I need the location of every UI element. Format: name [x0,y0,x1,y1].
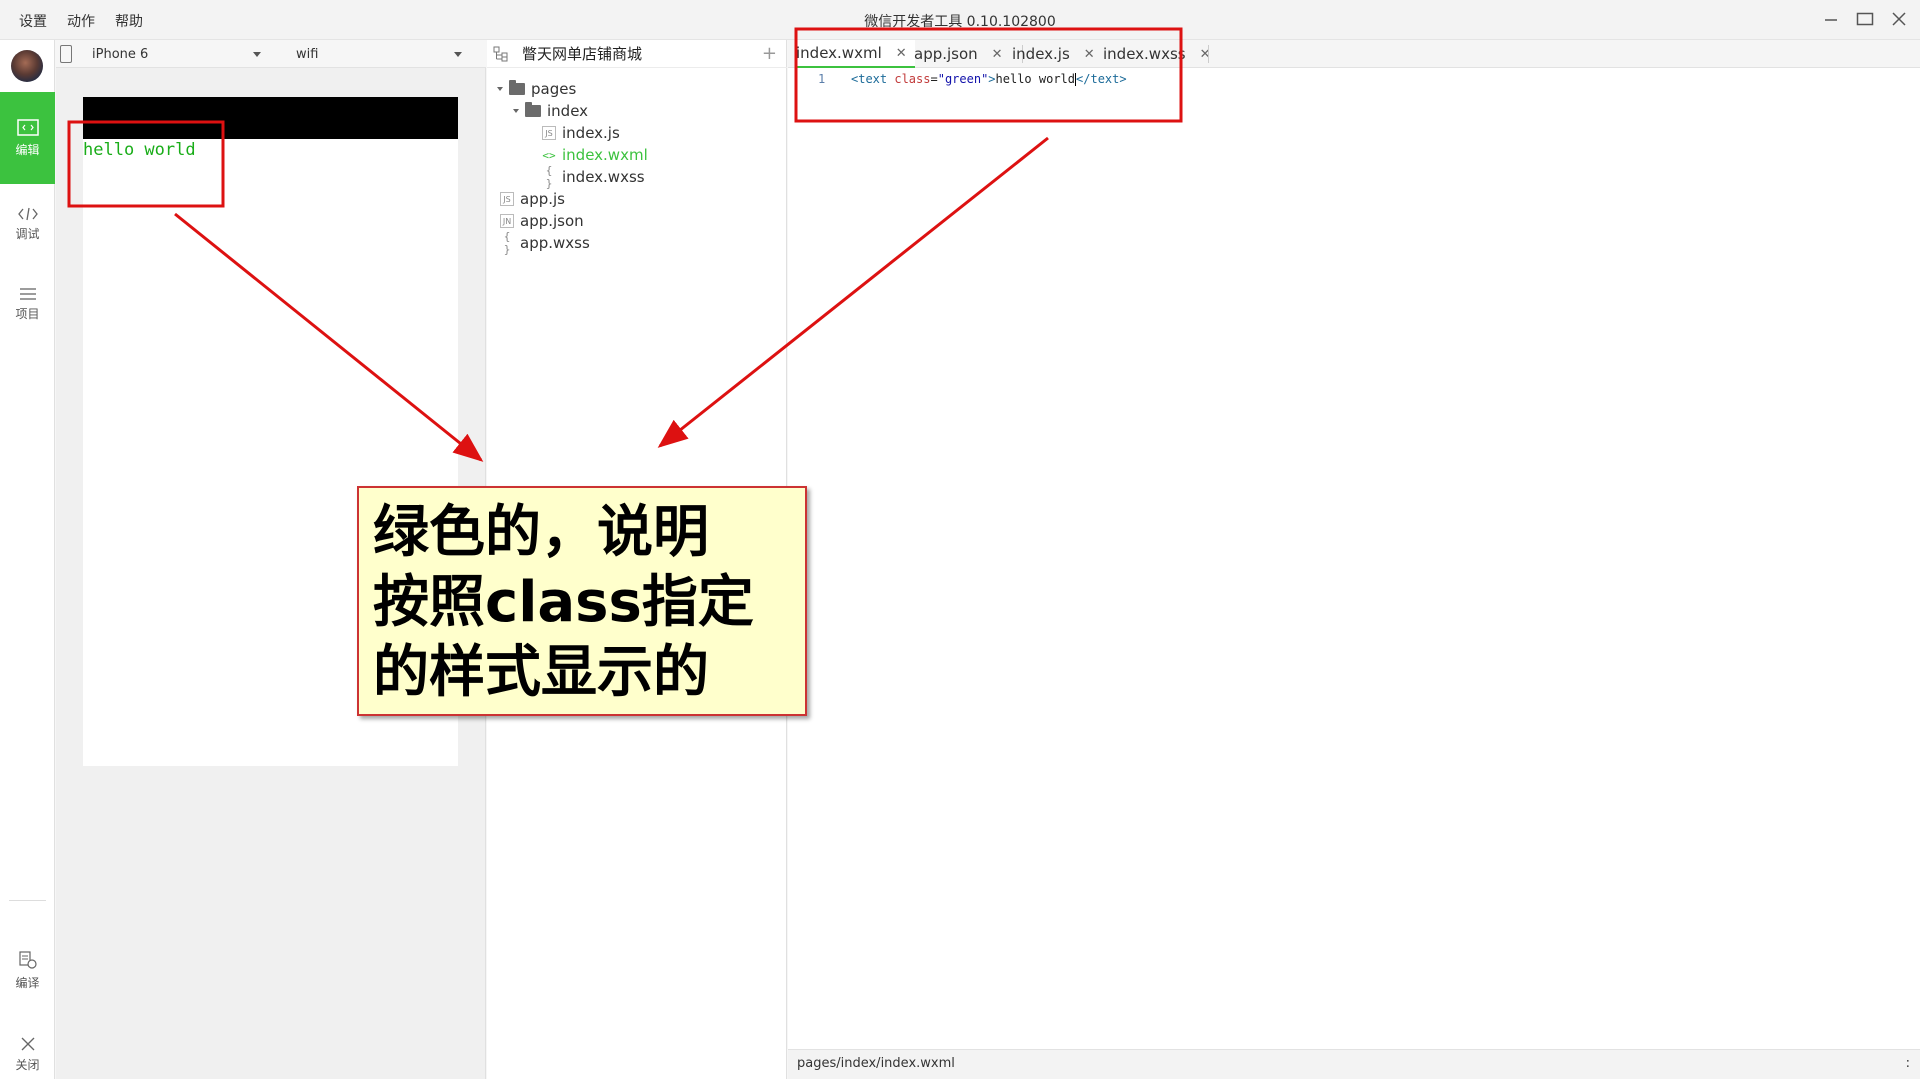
network-select-value: wifi [296,46,319,62]
hello-world-text: hello world [83,140,196,160]
js-file-icon: JS [500,192,514,206]
tab-app-json[interactable]: app.json ✕ [914,40,1003,68]
code-content: hello world [995,72,1076,86]
tree-label: index [547,102,589,120]
tab-label: index.wxml [796,44,882,62]
chevron-down-icon [497,87,503,91]
json-file-icon: JN [500,214,514,228]
tab-label: index.wxss [1103,45,1186,63]
tree-file-app-json[interactable]: JN app.json [500,210,584,232]
window-controls [1820,8,1910,30]
tab-label: app.json [914,45,978,63]
folder-icon [525,102,541,117]
maximize-button[interactable] [1854,8,1876,30]
rail-item-edit[interactable]: 编辑 [0,92,55,184]
status-bar: pages/index/index.wxml : [788,1049,1920,1079]
line-number: 1 [818,72,826,86]
tree-label: index.wxml [562,146,648,164]
project-name: 瞥天网单店铺商城 [522,45,643,63]
add-file-button[interactable]: + [762,43,777,64]
code-text[interactable]: <text class="green">hello world</text> [851,72,1127,86]
file-tree-header: 瞥天网单店铺商城 + [487,40,787,68]
minimize-icon [1825,19,1837,21]
tab-index-js[interactable]: index.js ✕ [1012,40,1095,68]
close-tab-icon[interactable]: ✕ [992,47,1003,62]
code-end-tag: </text> [1076,72,1127,86]
code-line[interactable]: 1 <text class="green">hello world</text> [788,70,1920,88]
code-equals: = [930,72,938,86]
wxml-file-icon: <> [542,148,556,162]
annotation-text: 绿色的，说明 按照class指定 的样式显示的 [373,500,754,705]
rail-label-edit: 编辑 [15,142,40,157]
tree-label: index.js [562,124,620,142]
tab-index-wxml[interactable]: index.wxml ✕ [796,40,915,68]
rail-label-compile: 编译 [15,975,40,990]
rail-item-compile[interactable]: 编译 [0,924,55,1016]
close-icon [1892,12,1906,26]
device-select[interactable]: iPhone 6 [92,43,267,65]
rail-label-debug: 调试 [15,226,40,241]
rail-item-project[interactable]: 项目 [0,258,55,350]
code-attr-value: "green" [937,72,989,86]
device-select-value: iPhone 6 [92,46,149,62]
tree-folder-index[interactable]: index [513,100,588,122]
close-window-button[interactable] [1888,8,1910,30]
tree-file-app-wxss[interactable]: { } app.wxss [500,230,590,256]
minimize-button[interactable] [1820,8,1842,30]
avatar[interactable] [11,50,43,82]
tree-label: app.json [520,212,584,230]
status-right-indicator: : [1905,1056,1910,1071]
chevron-down-icon [253,52,261,57]
code-attr-name: class [894,72,931,86]
tree-file-index-wxml[interactable]: <> index.wxml [542,144,648,166]
status-file-path: pages/index/index.wxml [797,1056,955,1071]
code-icon [16,118,39,136]
tree-label: app.js [520,190,565,208]
tree-label: app.wxss [520,234,590,252]
wxss-file-icon: { } [503,230,511,256]
annotation-callout: 绿色的，说明 按照class指定 的样式显示的 [357,486,807,716]
tree-label: pages [531,80,577,98]
app-title: 微信开发者工具 0.10.102800 [864,14,1056,30]
rail-label-project: 项目 [15,306,40,321]
code-open-tag: <text [851,72,888,86]
compile-icon [18,950,37,969]
phone-navigation-bar [83,97,458,139]
chevron-down-icon [454,52,462,57]
chevron-down-icon [513,109,519,113]
network-select[interactable]: wifi [296,43,468,65]
editor-tab-bar: index.wxml ✕ app.json ✕ index.js ✕ index… [788,40,1920,68]
js-file-icon: JS [542,126,556,140]
tab-index-wxss[interactable]: index.wxss ✕ [1103,40,1211,68]
list-icon [19,287,36,300]
debug-icon [17,207,38,220]
rail-divider [9,900,46,901]
maximize-icon [1856,12,1874,26]
folder-icon [509,80,525,95]
wxss-file-icon: { } [545,164,553,190]
close-icon [21,1037,34,1050]
code-editor: index.wxml ✕ app.json ✕ index.js ✕ index… [788,40,1920,1079]
code-open-close: > [988,72,996,86]
tree-label: index.wxss [562,168,645,186]
tree-folder-pages[interactable]: pages [497,78,576,100]
device-icon [60,45,72,63]
tree-file-index-wxss[interactable]: { } index.wxss [542,164,645,190]
tree-file-index-js[interactable]: JS index.js [542,122,620,144]
rail-item-close[interactable]: 关闭 [0,1008,55,1079]
title-bar: 设置 动作 帮助 微信开发者工具 0.10.102800 [0,0,1920,40]
tab-label: index.js [1012,45,1070,63]
project-tree-icon [493,46,508,62]
tree-file-app-js[interactable]: JS app.js [500,188,565,210]
rail-label-close: 关闭 [15,1057,40,1072]
rail-item-debug[interactable]: 调试 [0,178,55,270]
tab-divider [1208,45,1209,63]
close-tab-icon[interactable]: ✕ [896,46,907,61]
close-tab-icon[interactable]: ✕ [1084,47,1095,62]
left-rail: 编辑 调试 项目 编译 关闭 [0,40,55,1079]
